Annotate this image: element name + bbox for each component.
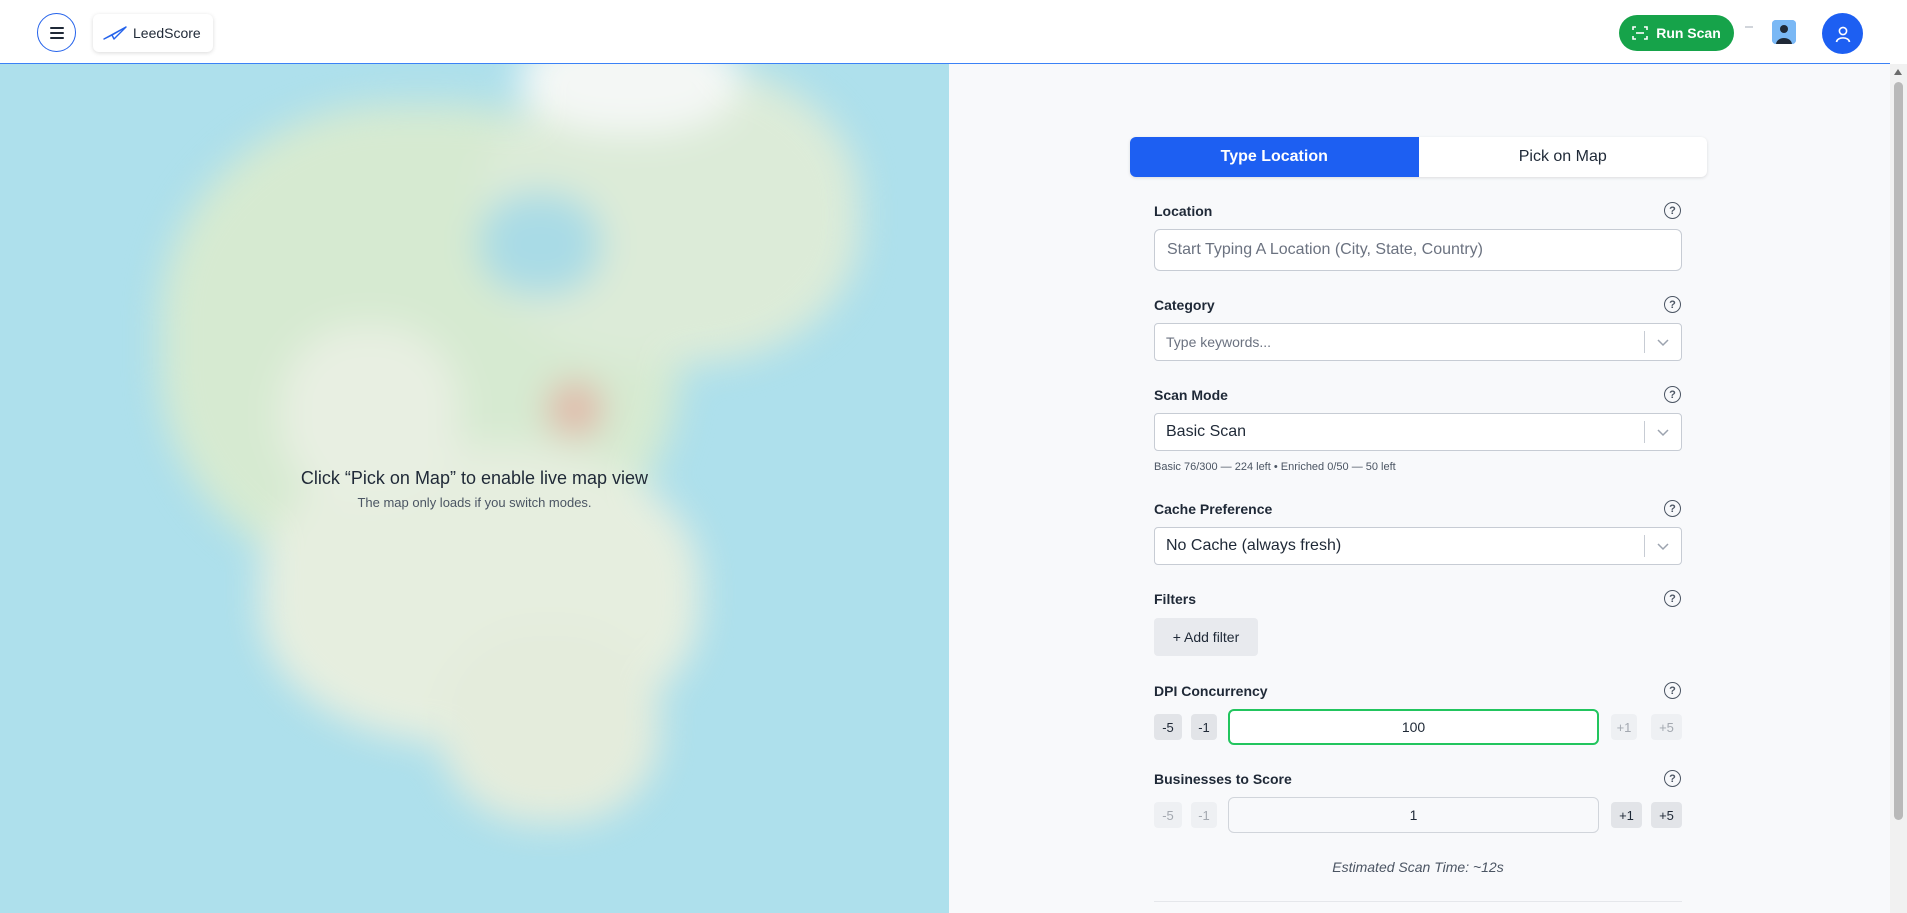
profile-image[interactable] bbox=[1772, 20, 1796, 44]
person-silhouette-icon bbox=[1772, 20, 1796, 44]
scan-mode-help-icon[interactable]: ? bbox=[1664, 386, 1681, 403]
filters-help-icon[interactable]: ? bbox=[1664, 590, 1681, 607]
dpi-plus-1-button[interactable]: +1 bbox=[1611, 714, 1637, 740]
businesses-plus-1-button[interactable]: +1 bbox=[1611, 802, 1642, 828]
scan-mode-label: Scan Mode bbox=[1154, 387, 1228, 403]
scan-usage-text: Basic 76/300 — 224 left • Enriched 0/50 … bbox=[1154, 461, 1396, 473]
hamburger-icon bbox=[49, 25, 64, 40]
businesses-help-icon[interactable]: ? bbox=[1664, 770, 1681, 787]
chevron-down-icon[interactable] bbox=[1645, 337, 1681, 347]
scroll-up-arrow[interactable] bbox=[1894, 69, 1902, 75]
cache-select[interactable]: No Cache (always fresh) bbox=[1154, 527, 1682, 565]
map-preview: Click “Pick on Map” to enable live map v… bbox=[0, 64, 949, 913]
hamburger-menu-button[interactable] bbox=[37, 13, 76, 52]
category-label: Category bbox=[1154, 297, 1215, 313]
scan-mode-select[interactable]: Basic Scan bbox=[1154, 413, 1682, 451]
tab-pick-on-map[interactable]: Pick on Map bbox=[1419, 137, 1708, 177]
brand-name: LeedScore bbox=[133, 25, 201, 41]
location-label: Location bbox=[1154, 203, 1213, 219]
cache-label: Cache Preference bbox=[1154, 501, 1273, 517]
add-filter-button[interactable]: + Add filter bbox=[1154, 618, 1258, 656]
header-divider bbox=[1745, 26, 1753, 28]
section-divider bbox=[1154, 901, 1682, 902]
businesses-plus-5-button[interactable]: +5 bbox=[1651, 802, 1682, 828]
businesses-minus-1-button[interactable]: -1 bbox=[1191, 802, 1217, 828]
top-header: LeedScore Run Scan bbox=[0, 0, 1890, 64]
scan-icon bbox=[1632, 26, 1649, 40]
user-icon bbox=[1835, 26, 1850, 42]
scan-form-panel bbox=[949, 64, 1890, 913]
businesses-input[interactable] bbox=[1228, 797, 1599, 833]
map-message: Click “Pick on Map” to enable live map v… bbox=[0, 468, 949, 510]
dpi-plus-5-button[interactable]: +5 bbox=[1651, 714, 1682, 740]
cache-value: No Cache (always fresh) bbox=[1166, 537, 1342, 554]
category-placeholder: Type keywords... bbox=[1166, 334, 1272, 350]
scrollbar[interactable] bbox=[1890, 64, 1907, 913]
map-message-subtitle: The map only loads if you switch modes. bbox=[357, 495, 592, 510]
scrollbar-thumb[interactable] bbox=[1894, 82, 1903, 820]
run-scan-button[interactable]: Run Scan bbox=[1619, 15, 1734, 51]
cache-help-icon[interactable]: ? bbox=[1664, 500, 1681, 517]
chevron-down-icon[interactable] bbox=[1645, 427, 1681, 437]
businesses-minus-5-button[interactable]: -5 bbox=[1154, 802, 1182, 828]
chevron-down-icon[interactable] bbox=[1645, 541, 1681, 551]
location-mode-tabs: Type Location Pick on Map bbox=[1130, 137, 1707, 177]
brand-logo[interactable]: LeedScore bbox=[93, 14, 213, 52]
location-input[interactable] bbox=[1154, 229, 1682, 271]
dpi-concurrency-input[interactable] bbox=[1228, 709, 1599, 745]
category-select[interactable]: Type keywords... bbox=[1154, 323, 1682, 361]
businesses-label: Businesses to Score bbox=[1154, 771, 1292, 787]
dpi-minus-1-button[interactable]: -1 bbox=[1191, 714, 1217, 740]
scan-mode-value: Basic Scan bbox=[1166, 423, 1247, 440]
run-scan-label: Run Scan bbox=[1656, 25, 1721, 41]
dpi-help-icon[interactable]: ? bbox=[1664, 682, 1681, 699]
estimated-scan-time: Estimated Scan Time: ~12s bbox=[1332, 859, 1504, 875]
location-help-icon[interactable]: ? bbox=[1664, 202, 1681, 219]
filters-label: Filters bbox=[1154, 591, 1197, 607]
paper-plane-icon bbox=[103, 26, 127, 40]
map-message-title: Click “Pick on Map” to enable live map v… bbox=[300, 468, 649, 488]
category-help-icon[interactable]: ? bbox=[1664, 296, 1681, 313]
user-avatar-button[interactable] bbox=[1822, 13, 1863, 54]
tab-type-location[interactable]: Type Location bbox=[1130, 137, 1419, 177]
dpi-minus-5-button[interactable]: -5 bbox=[1154, 714, 1182, 740]
dpi-concurrency-label: DPI Concurrency bbox=[1154, 683, 1268, 699]
